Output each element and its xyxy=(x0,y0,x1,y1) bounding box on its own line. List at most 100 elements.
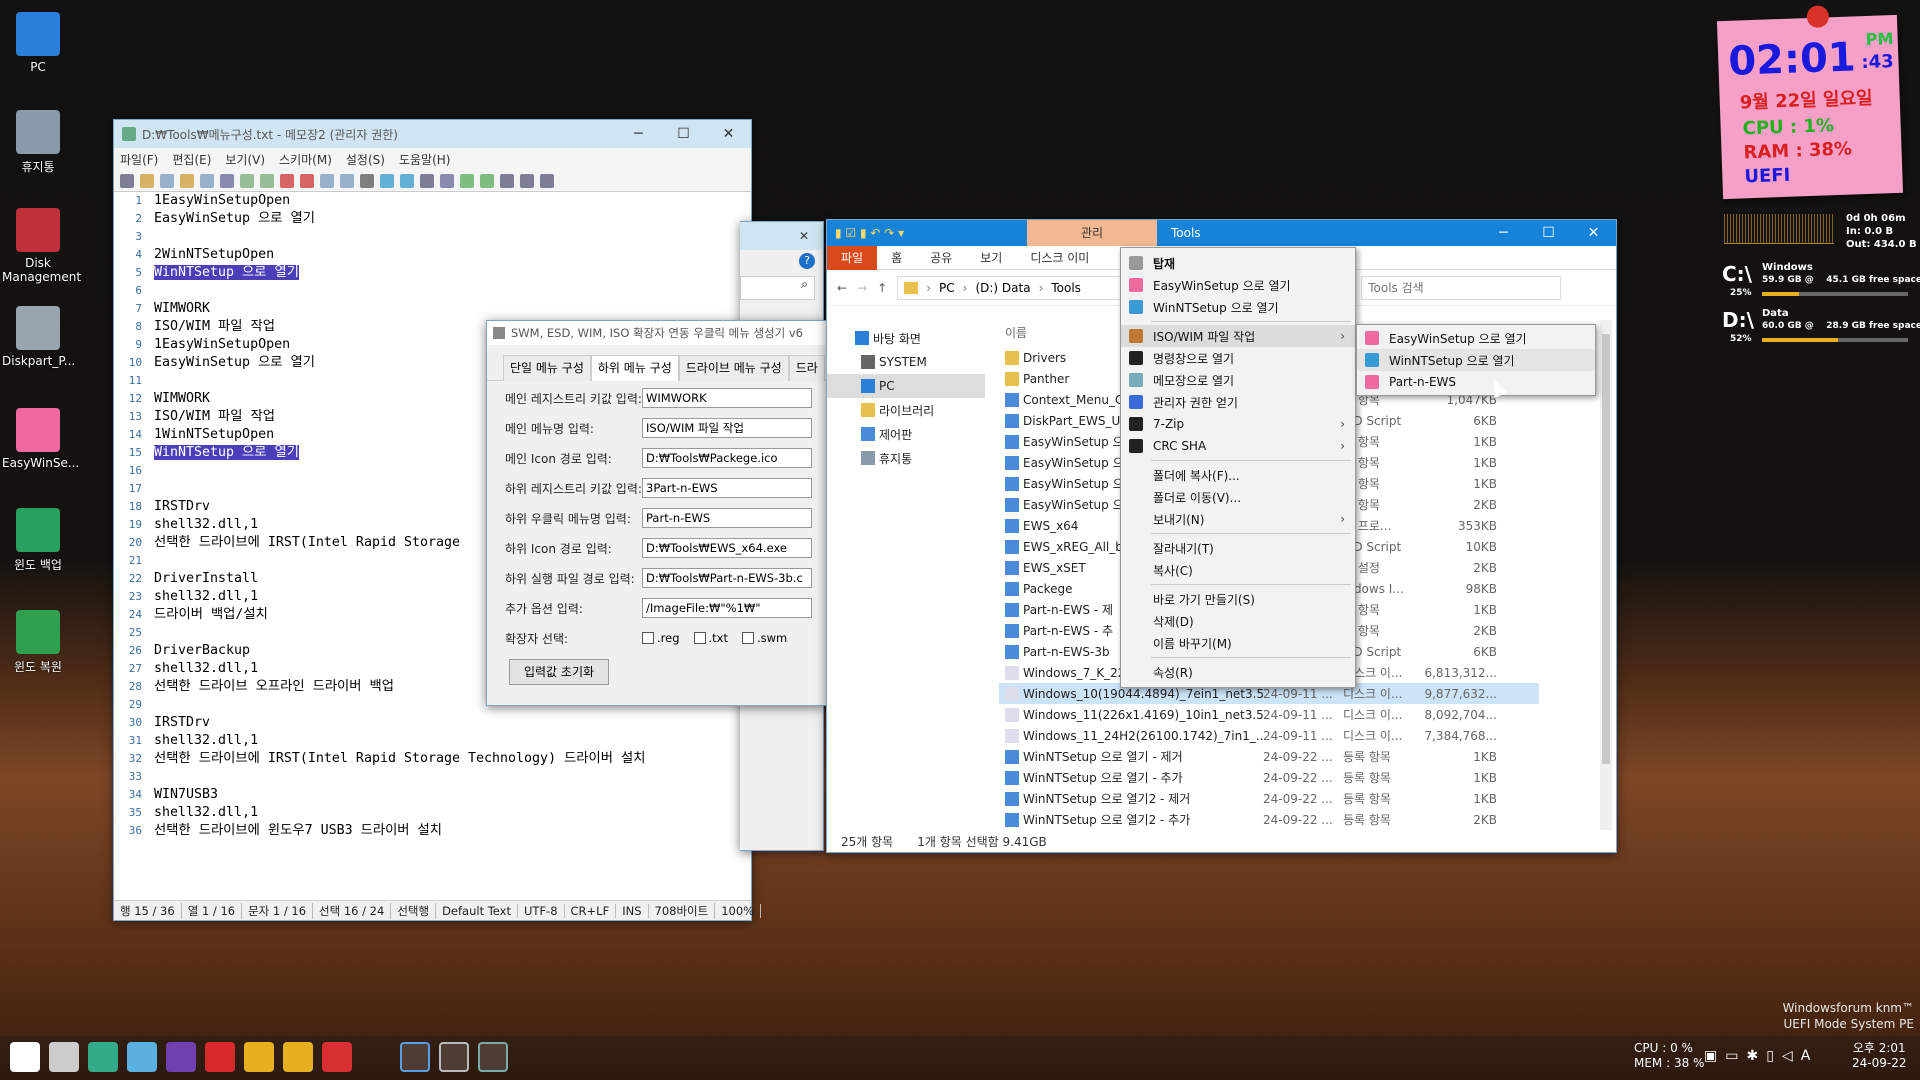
context-menu-item[interactable]: 삭제(D) xyxy=(1121,610,1355,632)
toolbar-button-icon[interactable] xyxy=(380,173,394,188)
network-icon[interactable] xyxy=(88,1042,118,1072)
submenu-item[interactable]: Part-n-EWS xyxy=(1357,371,1595,393)
menu-item[interactable]: 스키마(M) xyxy=(279,151,332,168)
dialog-icon[interactable] xyxy=(478,1042,508,1072)
context-menu-item[interactable]: 관리자 권한 얻기 xyxy=(1121,391,1355,413)
context-menu-item[interactable]: 탑재 xyxy=(1121,252,1355,274)
toolbar-button-icon[interactable] xyxy=(540,173,554,188)
submenu-item[interactable]: EasyWinSetup 으로 열기 xyxy=(1357,327,1595,349)
extension-checkbox[interactable]: .swm xyxy=(742,631,787,645)
nav-item[interactable]: SYSTEM xyxy=(827,350,985,374)
close-button[interactable]: ✕ xyxy=(706,126,751,142)
field-input[interactable] xyxy=(642,388,812,408)
forward-arrow-icon[interactable]: → xyxy=(857,281,867,295)
file-row[interactable]: WinNTSetup 으로 열기2 - 제거 24-09-22 ... 등록 항목 1… xyxy=(999,788,1539,809)
context-menu-item[interactable]: 폴더에 복사(F)... xyxy=(1121,464,1355,486)
network-icon[interactable]: ▣ xyxy=(1704,1048,1717,1064)
toolbar-button-icon[interactable] xyxy=(120,173,134,188)
field-input[interactable] xyxy=(642,508,812,528)
toolbar-button-icon[interactable] xyxy=(240,173,254,188)
field-input[interactable] xyxy=(642,448,812,468)
toolbar-button-icon[interactable] xyxy=(140,173,154,188)
checkbox-icon[interactable] xyxy=(642,632,654,644)
field-input[interactable] xyxy=(642,598,812,618)
tab[interactable]: 드라 xyxy=(788,355,825,381)
checkbox-icon[interactable] xyxy=(742,632,754,644)
desktop-icon[interactable]: 윈도 백업 xyxy=(2,508,74,573)
toolbar-button-icon[interactable] xyxy=(180,173,194,188)
toolbar-button-icon[interactable] xyxy=(480,173,494,188)
toolbar-button-icon[interactable] xyxy=(280,173,294,188)
ribbon-tab[interactable]: 공유 xyxy=(916,246,966,270)
file-row[interactable]: WinNTSetup 으로 열기2 - 추가 24-09-22 ... 등록 항목 2… xyxy=(999,809,1539,830)
ribbon-tab[interactable]: 보기 xyxy=(966,246,1016,270)
breadcrumb-item[interactable]: (D:) Data xyxy=(975,281,1030,295)
submenu-item[interactable]: WinNTSetup 으로 열기 xyxy=(1357,349,1595,371)
tab[interactable]: 하위 메뉴 구성 xyxy=(590,355,679,381)
tab[interactable]: 드라이브 메뉴 구성 xyxy=(678,355,789,381)
submenu[interactable]: EasyWinSetup 으로 열기 WinNTSetup 으로 열기 Part-n… xyxy=(1356,324,1596,396)
taskbar-date[interactable]: 24-09-22 xyxy=(1852,1056,1906,1071)
field-input[interactable] xyxy=(642,478,812,498)
desktop-icon[interactable]: 휴지통 xyxy=(2,110,74,175)
nav-item[interactable]: 바탕 화면 xyxy=(827,326,985,350)
folder-icon[interactable] xyxy=(283,1042,313,1072)
desktop-icon[interactable]: Disk Management xyxy=(2,208,81,284)
context-menu-item[interactable]: 속성(R) xyxy=(1121,661,1355,683)
desktop-icon[interactable]: 윈도 복원 xyxy=(2,610,74,675)
start-icon[interactable] xyxy=(10,1042,40,1072)
context-menu-item[interactable]: 7-Zip › xyxy=(1121,413,1355,435)
chrome-icon[interactable] xyxy=(244,1042,274,1072)
close-button[interactable]: ✕ xyxy=(799,229,809,243)
manage-tab[interactable]: 관리 xyxy=(1027,220,1157,246)
toolbar-button-icon[interactable] xyxy=(220,173,234,188)
minimize-button[interactable]: ─ xyxy=(616,126,661,142)
desktop-icon[interactable]: EasyWinSe... xyxy=(2,408,79,470)
nav-item[interactable]: PC xyxy=(827,374,985,398)
desktop-icon[interactable]: Diskpart_P... xyxy=(2,306,75,368)
toolbar-button-icon[interactable] xyxy=(400,173,414,188)
explorer-icon[interactable] xyxy=(400,1042,430,1072)
close-button[interactable]: ✕ xyxy=(1571,225,1616,241)
search-icon[interactable]: ⌕ xyxy=(740,276,815,300)
context-menu-item[interactable]: 복사(C) xyxy=(1121,559,1355,581)
menu-item[interactable]: 편집(E) xyxy=(172,151,211,168)
toolbar-button-icon[interactable] xyxy=(320,173,334,188)
app-icon[interactable] xyxy=(205,1042,235,1072)
maximize-button[interactable]: ☐ xyxy=(1526,225,1571,241)
context-menu-item[interactable]: 보내기(N) › xyxy=(1121,508,1355,530)
extension-checkbox[interactable]: .reg xyxy=(642,631,680,645)
toolbar-button-icon[interactable] xyxy=(360,173,374,188)
field-input[interactable] xyxy=(642,568,812,588)
navigation-pane[interactable]: 바탕 화면 SYSTEM PC 라이브러리 제어판 휴지통 xyxy=(827,316,985,832)
display-icon[interactable]: ▭ xyxy=(1725,1048,1738,1064)
toolbar-button-icon[interactable] xyxy=(200,173,214,188)
ribbon-tab[interactable]: 홈 xyxy=(877,246,916,270)
power-icon[interactable] xyxy=(322,1042,352,1072)
field-input[interactable] xyxy=(642,538,812,558)
desktop-icon[interactable]: PC xyxy=(2,12,74,74)
file-row[interactable]: WinNTSetup 으로 열기 - 추가 24-09-22 ... 등록 항목 1K… xyxy=(999,767,1539,788)
menu-item[interactable]: 설정(S) xyxy=(346,151,385,168)
toolbar-button-icon[interactable] xyxy=(340,173,354,188)
back-arrow-icon[interactable]: ← xyxy=(837,281,847,295)
up-arrow-icon[interactable]: ↑ xyxy=(877,281,887,295)
wifi-icon[interactable]: ✱ xyxy=(1746,1048,1758,1064)
disk-icon[interactable] xyxy=(49,1042,79,1072)
search-input[interactable] xyxy=(1361,275,1562,300)
context-menu-item[interactable]: 메모장으로 열기 xyxy=(1121,369,1355,391)
field-input[interactable] xyxy=(642,418,812,438)
column-name-header[interactable]: 이름 xyxy=(1005,324,1027,341)
toolbar-button-icon[interactable] xyxy=(420,173,434,188)
scrollbar[interactable] xyxy=(1600,320,1612,830)
quick-access-toolbar[interactable]: ▮ ☑ ▮ ↶ ↷ ▾ xyxy=(827,226,1027,240)
file-row[interactable]: WinNTSetup 으로 열기 - 제거 24-09-22 ... 등록 항목 1K… xyxy=(999,746,1539,767)
notepad-icon[interactable] xyxy=(439,1042,469,1072)
ribbon-tab[interactable]: 파일 xyxy=(827,245,878,270)
toolbar-button-icon[interactable] xyxy=(460,173,474,188)
help-icon[interactable]: ? xyxy=(799,253,815,269)
nav-item[interactable]: 라이브러리 xyxy=(827,398,985,422)
context-menu-item[interactable]: CRC SHA › xyxy=(1121,435,1355,457)
checkbox-icon[interactable] xyxy=(693,632,706,644)
toolbar-button-icon[interactable] xyxy=(160,173,174,188)
